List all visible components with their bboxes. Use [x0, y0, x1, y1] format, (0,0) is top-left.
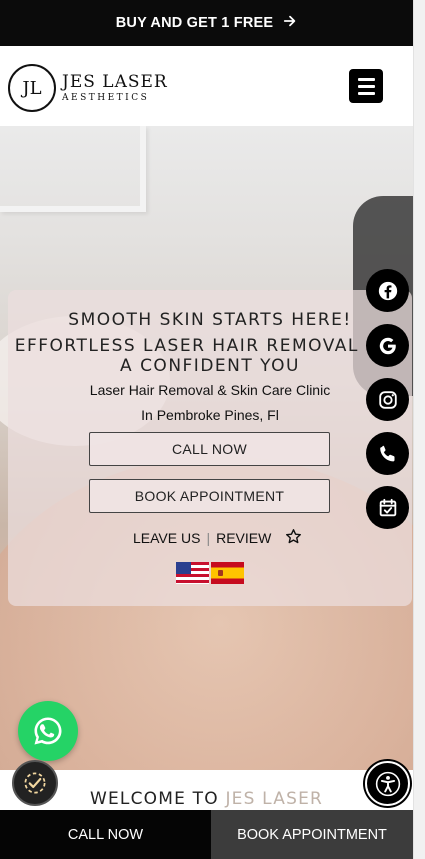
accessibility-person-icon — [375, 771, 400, 796]
book-appointment-button[interactable]: BOOK APPOINTMENT — [89, 479, 330, 513]
hero-clinic-line: Laser Hair Removal & Skin Care Clinic — [89, 382, 331, 398]
bottom-action-bar: CALL NOW BOOK APPOINTMENT — [0, 810, 413, 859]
facebook-button[interactable] — [366, 269, 409, 312]
language-flags — [176, 562, 244, 584]
welcome-accent: JES LASER — [225, 789, 324, 809]
accessibility-check-icon — [24, 772, 46, 794]
logo-monogram: JL — [22, 77, 42, 99]
scrollbar[interactable] — [413, 0, 425, 859]
call-now-button[interactable]: CALL NOW — [89, 432, 330, 466]
google-button[interactable] — [366, 324, 409, 367]
spain-flag-icon[interactable] — [211, 562, 244, 584]
facebook-icon — [378, 281, 397, 300]
star-icon — [277, 528, 302, 548]
accessibility-widget-button[interactable] — [12, 760, 58, 806]
logo-title: JES LASER — [62, 71, 168, 92]
leave-review-link[interactable]: LEAVE US | REVIEW — [133, 528, 302, 548]
bottom-book-appointment-button[interactable]: BOOK APPOINTMENT — [211, 810, 413, 859]
logo-subtitle: AESTHETICS — [62, 92, 150, 103]
hero-subheadline-text: EFFORTLESS LASER HAIR REMOVAL FOR A CONF… — [14, 336, 406, 376]
phone-button[interactable] — [366, 432, 409, 475]
bottom-call-now-button[interactable]: CALL NOW — [0, 810, 211, 859]
promo-text[interactable]: BUY AND GET 1 FREE — [116, 15, 274, 31]
review-text-left: LEAVE US — [133, 530, 201, 546]
logo-text: JES LASER AESTHETICS — [62, 71, 168, 103]
google-icon — [379, 337, 396, 354]
welcome-prefix: WELCOME TO — [89, 789, 219, 809]
welcome-heading: WELCOME TO JES LASER — [0, 789, 413, 809]
hero-headline: SMOOTH SKIN STARTS HERE! — [68, 310, 352, 330]
us-flag-icon[interactable] — [176, 562, 209, 584]
background-wall-frame — [0, 126, 146, 212]
promo-bar[interactable]: BUY AND GET 1 FREE — [0, 0, 413, 46]
instagram-icon — [378, 390, 397, 409]
calendar-check-icon — [379, 498, 396, 516]
hero-subheadline: EFFORTLESS LASER HAIR REMOVAL FOR A CONF… — [8, 336, 412, 376]
whatsapp-icon — [34, 717, 62, 745]
instagram-button[interactable] — [366, 378, 409, 421]
accessibility-menu-button[interactable] — [365, 761, 410, 806]
review-separator: | — [206, 530, 211, 546]
whatsapp-button[interactable] — [18, 701, 78, 761]
hero-section: SMOOTH SKIN STARTS HERE! EFFORTLESS LASE… — [0, 126, 413, 770]
review-text-right: REVIEW — [216, 530, 272, 546]
hero-location-line: In Pembroke Pines, Fl — [141, 407, 279, 423]
appointment-button[interactable] — [366, 486, 409, 529]
logo-mark: JL — [8, 64, 56, 112]
arrow-right-icon — [283, 14, 297, 32]
logo[interactable]: JL JES LASER AESTHETICS — [8, 64, 168, 112]
hamburger-menu-icon[interactable] — [349, 69, 383, 103]
phone-icon — [379, 445, 395, 461]
